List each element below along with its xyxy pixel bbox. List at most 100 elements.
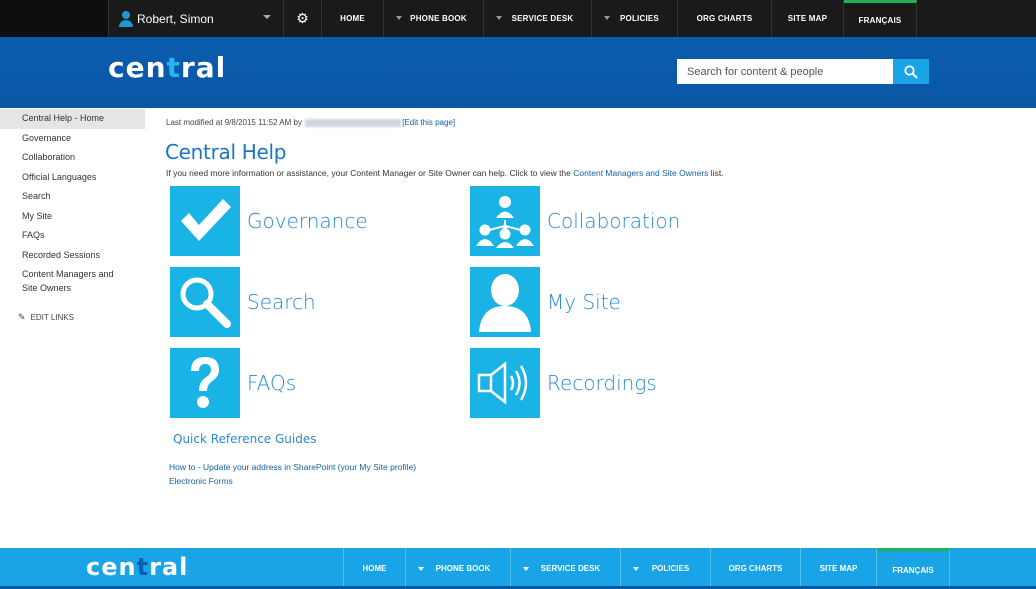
left-nav-item-faqs[interactable]: FAQs xyxy=(0,226,145,246)
top-nav-label: SERVICE DESK xyxy=(511,14,574,23)
user-menu[interactable]: Robert, Simon xyxy=(108,0,284,37)
redacted-author xyxy=(305,118,402,127)
user-icon xyxy=(119,10,133,27)
top-nav-phone-book[interactable]: PHONE BOOK xyxy=(384,0,484,37)
footer-nav-site-map[interactable]: SITE MAP xyxy=(801,548,877,589)
logo-text: t xyxy=(166,51,181,84)
left-nav-item-governance[interactable]: Governance xyxy=(0,129,145,149)
footer-nav-label: POLICIES xyxy=(651,564,690,573)
magnifier-icon xyxy=(170,267,240,337)
logo-text: t xyxy=(136,553,150,581)
left-nav-item-official-languages[interactable]: Official Languages xyxy=(0,168,145,188)
chevron-down-icon xyxy=(523,567,529,571)
last-modified: Last modified at 9/8/2015 11:52 AM by [E… xyxy=(166,118,455,127)
page-title: Central Help xyxy=(165,140,287,164)
footer-nav-label: FRANÇAIS xyxy=(892,565,934,575)
top-nav-site-map[interactable]: SITE MAP xyxy=(772,0,844,37)
chevron-down-icon xyxy=(496,16,502,20)
tile-label: Search xyxy=(247,290,316,314)
tile-search[interactable]: Search xyxy=(170,267,316,337)
tile-recordings[interactable]: Recordings xyxy=(470,348,657,418)
edit-page-link[interactable]: [Edit this page] xyxy=(402,118,455,127)
footer-nav-home[interactable]: HOME xyxy=(344,548,406,589)
chevron-down-icon xyxy=(633,567,639,571)
content-managers-link[interactable]: Content Managers and Site Owners xyxy=(573,168,708,178)
electronic-forms-link[interactable]: Electronic Forms xyxy=(169,474,416,488)
top-bar: Robert, Simon ⚙ HOME PHONE BOOK SERVICE … xyxy=(0,0,1036,37)
footer-nav-org-charts[interactable]: ORG CHARTS xyxy=(711,548,801,589)
left-nav-item-home[interactable]: Central Help - Home xyxy=(0,109,145,129)
top-nav-policies[interactable]: POLICIES xyxy=(592,0,678,37)
top-nav-label: HOME xyxy=(340,14,365,23)
person-icon xyxy=(470,267,540,337)
update-address-link[interactable]: How to - Update your address in SharePoi… xyxy=(169,460,416,474)
edit-links-button[interactable]: ✎ EDIT LINKS xyxy=(0,312,145,323)
tile-label: FAQs xyxy=(247,371,297,395)
footer-nav-policies[interactable]: POLICIES xyxy=(621,548,711,589)
top-nav-label: POLICIES xyxy=(620,14,659,23)
site-footer: central HOME PHONE BOOK SERVICE DESK POL… xyxy=(0,548,1036,589)
top-nav-org-charts[interactable]: ORG CHARTS xyxy=(678,0,772,37)
left-nav-item-my-site[interactable]: My Site xyxy=(0,207,145,227)
tile-my-site[interactable]: My Site xyxy=(470,267,621,337)
top-nav-label: ORG CHARTS xyxy=(696,14,753,23)
footer-central-logo[interactable]: central xyxy=(86,553,188,581)
chevron-down-icon xyxy=(604,16,610,20)
intro-text-body: If you need more information or assistan… xyxy=(166,168,571,178)
last-modified-text: Last modified at 9/8/2015 11:52 AM by xyxy=(166,118,302,127)
tile-label: Collaboration xyxy=(547,209,681,233)
logo-text: cen xyxy=(86,553,137,581)
help-links: How to - Update your address in SharePoi… xyxy=(169,460,416,488)
footer-nav-francais[interactable]: FRANÇAIS xyxy=(877,548,950,589)
top-bar-spacer xyxy=(0,0,108,37)
top-nav-francais[interactable]: FRANÇAIS xyxy=(844,0,917,37)
search-button[interactable] xyxy=(893,59,929,84)
site-header: central xyxy=(0,37,1036,108)
top-nav-label: PHONE BOOK xyxy=(410,14,467,23)
logo-text: ral xyxy=(149,553,189,581)
tile-governance[interactable]: Governance xyxy=(170,186,368,256)
chevron-down-icon xyxy=(396,16,402,20)
left-nav-item-search[interactable]: Search xyxy=(0,187,145,207)
checkmark-icon xyxy=(170,186,240,256)
tile-label: Governance xyxy=(247,209,368,233)
quick-reference-guides-link[interactable]: Quick Reference Guides xyxy=(173,432,316,446)
tile-label: My Site xyxy=(547,290,621,314)
top-nav-service-desk[interactable]: SERVICE DESK xyxy=(484,0,592,37)
tile-collaboration[interactable]: Collaboration xyxy=(470,186,680,256)
settings-button[interactable]: ⚙ xyxy=(284,0,322,37)
logo-text: ral xyxy=(180,51,227,84)
people-network-icon xyxy=(470,186,540,256)
tile-faqs[interactable]: FAQs xyxy=(170,348,296,418)
central-logo[interactable]: central xyxy=(108,51,226,84)
logo-text: cen xyxy=(108,51,167,84)
footer-nav-phone-book[interactable]: PHONE BOOK xyxy=(406,548,511,589)
gear-icon: ⚙ xyxy=(296,10,309,26)
footer-nav-label: SERVICE DESK xyxy=(540,564,601,573)
left-nav: Central Help - Home Governance Collabora… xyxy=(0,109,145,323)
top-nav: HOME PHONE BOOK SERVICE DESK POLICIES OR… xyxy=(322,0,917,37)
speaker-icon xyxy=(470,348,540,418)
left-nav-item-recorded-sessions[interactable]: Recorded Sessions xyxy=(0,246,145,266)
user-name: Robert, Simon xyxy=(137,11,214,26)
left-nav-item-collaboration[interactable]: Collaboration xyxy=(0,148,145,168)
top-nav-label: FRANÇAIS xyxy=(858,15,902,25)
search-icon xyxy=(904,64,918,79)
intro-text-suffix: list. xyxy=(710,168,724,178)
search-input[interactable] xyxy=(677,59,893,84)
chevron-down-icon xyxy=(263,15,271,19)
footer-nav-label: PHONE BOOK xyxy=(435,564,491,573)
pencil-icon: ✎ xyxy=(18,312,26,322)
footer-nav-label: HOME xyxy=(362,564,387,573)
tile-label: Recordings xyxy=(547,371,657,395)
edit-links-label: EDIT LINKS xyxy=(30,313,74,322)
top-nav-label: SITE MAP xyxy=(787,14,828,23)
chevron-down-icon xyxy=(418,567,424,571)
footer-nav-service-desk[interactable]: SERVICE DESK xyxy=(511,548,621,589)
footer-nav-label: ORG CHARTS xyxy=(728,564,783,573)
question-mark-icon xyxy=(170,348,240,418)
footer-nav-label: SITE MAP xyxy=(819,564,858,573)
left-nav-item-content-managers[interactable]: Content Managers and Site Owners xyxy=(0,265,120,298)
intro-text: If you need more information or assistan… xyxy=(166,168,724,178)
top-nav-home[interactable]: HOME xyxy=(322,0,384,37)
